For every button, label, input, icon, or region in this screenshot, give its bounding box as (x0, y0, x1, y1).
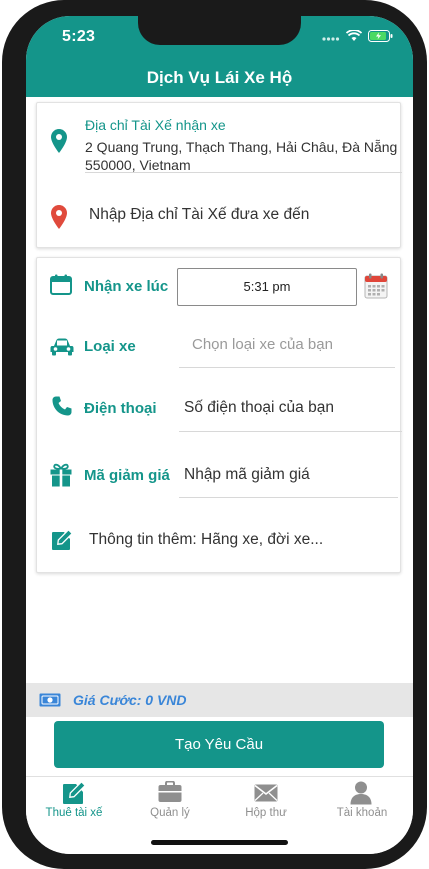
mute-switch (2, 110, 8, 142)
wifi-icon (345, 29, 363, 47)
phone-label: Điện thoại (84, 400, 157, 417)
signal-icon (322, 29, 340, 47)
notes-row[interactable]: Thông tin thêm: Hãng xe, đời xe... (37, 516, 402, 574)
dropoff-placeholder: Nhập Địa chỉ Tài Xế đưa xe đến (89, 206, 310, 223)
price-text: Giá Cước: 0 VND (73, 692, 187, 708)
divider (85, 172, 402, 173)
car-type-label: Loại xe (84, 338, 136, 355)
tab-label: Thuê tài xế (45, 807, 103, 819)
volume-down-button (2, 236, 8, 296)
phone-row[interactable]: Điện thoại Số điện thoại của bạn (37, 384, 402, 450)
tab-label: Hộp thư (245, 807, 287, 819)
user-icon (350, 781, 372, 805)
car-type-row[interactable]: Loại xe Chọn loại xe của bạn (37, 318, 402, 384)
dropoff-address-row[interactable]: Nhập Địa chỉ Tài Xế đưa xe đến (37, 183, 402, 249)
screen: 5:23 Dịch Vụ Lái Xe Hộ Địa chỉ Tài Xế nh… (26, 16, 413, 854)
pickup-time-field[interactable]: 5:31 pm (177, 268, 357, 306)
phone-icon (52, 396, 72, 421)
map-pin-icon (51, 129, 67, 158)
battery-icon (368, 29, 393, 47)
page-title: Dịch Vụ Lái Xe Hộ (146, 68, 293, 87)
divider (179, 367, 395, 368)
calendar-icon (50, 274, 72, 301)
tab-manage[interactable]: Quản lý (122, 777, 218, 827)
home-indicator (151, 840, 288, 845)
divider (179, 497, 398, 498)
edit-icon (51, 528, 74, 556)
promo-row[interactable]: Mã giảm giá Nhập mã giảm giá (37, 450, 402, 516)
tab-inbox[interactable]: Hộp thư (218, 777, 314, 827)
map-pin-icon (51, 205, 67, 234)
booking-form-card: Nhận xe lúc 5:31 pm Loại xe Chọn loại xe… (36, 257, 402, 574)
mail-icon (254, 784, 278, 802)
tab-label: Tài khoản (336, 807, 388, 819)
divider (179, 431, 402, 432)
phone-frame: 5:23 Dịch Vụ Lái Xe Hộ Địa chỉ Tài Xế nh… (2, 0, 427, 869)
notes-placeholder: Thông tin thêm: Hãng xe, đời xe... (89, 531, 324, 548)
money-icon (39, 693, 61, 712)
notch (138, 16, 301, 45)
car-type-placeholder: Chọn loại xe của bạn (192, 336, 333, 353)
tab-hire-driver[interactable]: Thuê tài xế (26, 777, 122, 827)
volume-up-button (2, 168, 8, 228)
promo-placeholder: Nhập mã giảm giá (184, 466, 310, 483)
calendar-picker-icon[interactable] (364, 273, 388, 304)
tab-label: Quản lý (150, 807, 190, 819)
create-request-button[interactable]: Tạo Yêu Cầu (54, 721, 384, 768)
status-time: 5:23 (62, 28, 96, 45)
pickup-time-label: Nhận xe lúc (84, 278, 169, 295)
phone-placeholder: Số điện thoại của bạn (184, 399, 334, 416)
pickup-time-row: Nhận xe lúc 5:31 pm (37, 258, 402, 318)
pickup-address: 2 Quang Trung, Thạch Thang, Hải Châu, Đà… (85, 139, 398, 173)
status-icons (322, 29, 393, 47)
car-icon (50, 338, 74, 361)
pickup-label: Địa chỉ Tài Xế nhận xe (85, 117, 226, 133)
price-bar: Giá Cước: 0 VND (26, 683, 413, 717)
address-card: Địa chỉ Tài Xế nhận xe 2 Quang Trung, Th… (36, 102, 402, 249)
briefcase-icon (158, 781, 182, 802)
promo-label: Mã giảm giá (84, 467, 170, 484)
tab-account[interactable]: Tài khoản (314, 777, 410, 827)
pickup-address-row[interactable]: Địa chỉ Tài Xế nhận xe 2 Quang Trung, Th… (37, 103, 402, 183)
gift-icon (50, 463, 72, 492)
edit-icon (63, 781, 86, 804)
